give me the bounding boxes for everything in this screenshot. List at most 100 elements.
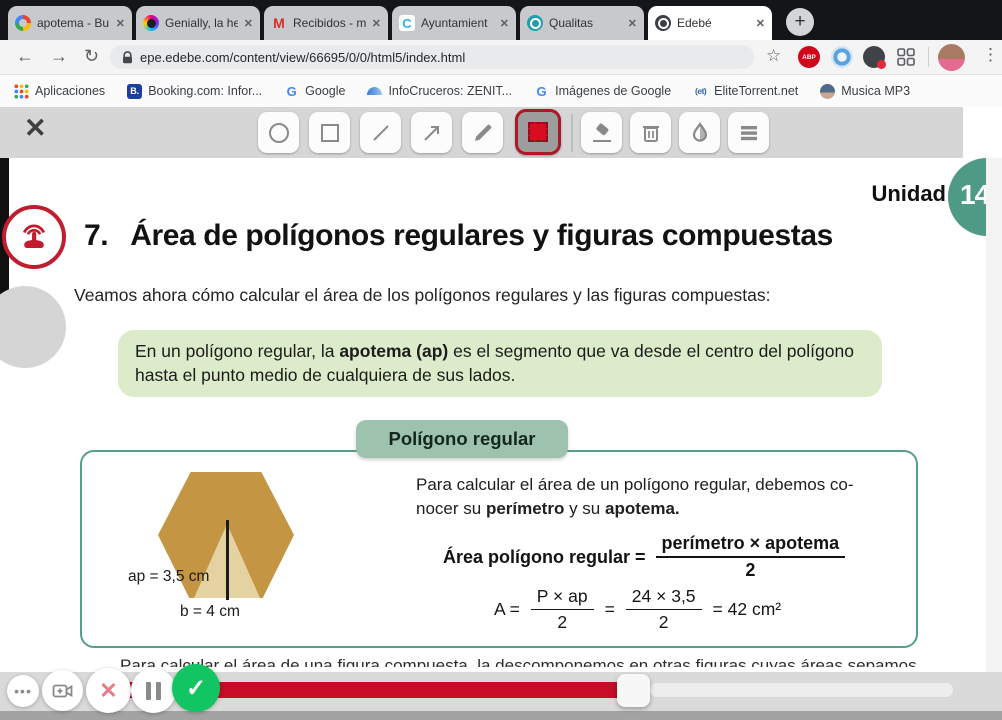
lock-icon <box>123 50 132 63</box>
fraction-numerator: P × ap <box>530 586 594 610</box>
formula-fraction: P × ap 2 <box>530 586 594 633</box>
unit-label: Unidad <box>871 181 946 206</box>
google-g-icon: G <box>536 83 547 99</box>
pause-icon <box>156 681 161 700</box>
line-tool-button[interactable] <box>360 112 401 153</box>
arrow-tool-button[interactable] <box>411 112 452 153</box>
tab-genially[interactable]: Genially, la he ✕ <box>136 6 260 40</box>
pause-icon <box>146 681 151 700</box>
eraser-tool-button[interactable] <box>581 112 622 153</box>
bookmarks-bar: Aplicaciones B. Booking.com: Infor... G … <box>0 75 1002 107</box>
tab-close-icon[interactable]: ✕ <box>628 17 637 30</box>
gmail-favicon-icon: M <box>273 15 285 31</box>
tab-bar: apotema - Bu ✕ Genially, la he ✕ M Recib… <box>0 0 1002 40</box>
tab-close-icon[interactable]: ✕ <box>244 17 253 30</box>
fraction-numerator: 24 × 3,5 <box>625 586 702 610</box>
definition-box: En un polígono regular, la apotema (ap) … <box>118 330 882 397</box>
google-favicon-icon <box>15 15 31 31</box>
bookmark-star-icon[interactable]: ☆ <box>766 46 781 66</box>
formula-lhs: A = <box>494 599 520 619</box>
tab-qualitas[interactable]: Qualitas ✕ <box>520 6 644 40</box>
eraser-icon <box>592 123 611 142</box>
extension-notification-icon[interactable] <box>863 46 886 69</box>
base-label: b = 4 cm <box>180 603 240 620</box>
apothem-line <box>226 520 229 600</box>
pen-size-track[interactable] <box>650 683 953 697</box>
back-icon[interactable]: ← <box>16 46 34 67</box>
bookmark-label: EliteTorrent.net <box>714 84 799 98</box>
tab-title: apotema - Bu <box>37 16 110 30</box>
toolbar-divider <box>928 47 929 67</box>
tab-ayuntamiento[interactable]: C Ayuntamient ✕ <box>392 6 516 40</box>
annotation-close-icon[interactable]: ✕ <box>24 115 47 142</box>
color-tool-button-selected[interactable] <box>515 109 561 155</box>
equals-sign: = <box>604 599 615 619</box>
bookmark-label: InfoCruceros: ZENIT... <box>388 84 513 98</box>
unit-number: 14 <box>960 179 990 210</box>
arrow-icon <box>423 125 439 141</box>
page-title: 7. Área de polígonos regulares y figuras … <box>84 219 944 253</box>
bookmark-google[interactable]: G Google <box>284 83 346 99</box>
section-title: Área de polígonos regulares y figuras co… <box>130 219 833 252</box>
bookmark-label: Imágenes de Google <box>555 84 672 98</box>
genially-favicon-icon <box>143 15 159 31</box>
bookmark-apps[interactable]: Aplicaciones <box>14 83 106 99</box>
numeric-area-formula: A = P × ap 2 = 24 × 3,5 2 = 42 cm² <box>494 586 781 633</box>
right-margin-column <box>986 158 1002 672</box>
tab-title: Qualitas <box>549 16 594 30</box>
url-field[interactable]: epe.edebe.com/content/view/66695/0/0/htm… <box>110 45 754 69</box>
tab-close-icon[interactable]: ✕ <box>372 17 381 30</box>
card-text: nocer su <box>416 499 486 518</box>
booking-icon: B. <box>127 83 143 99</box>
bookmark-infocruceros[interactable]: InfoCruceros: ZENIT... <box>367 84 512 98</box>
reload-icon[interactable]: ↻ <box>84 46 99 67</box>
adblock-extension-icon[interactable]: ABP <box>798 46 820 68</box>
tab-edebe-active[interactable]: Edebé ✕ <box>648 6 772 40</box>
pencil-tool-button[interactable] <box>462 112 503 153</box>
edebe-favicon-icon <box>655 15 671 31</box>
pause-recording-button[interactable] <box>131 668 176 713</box>
tab-close-icon[interactable]: ✕ <box>756 17 765 30</box>
workspaces-grid-icon[interactable] <box>897 48 915 66</box>
menu-button[interactable] <box>728 112 769 153</box>
fraction-denominator: 2 <box>745 560 756 580</box>
formula-lhs: Área polígono regular = <box>443 546 646 567</box>
droplet-icon <box>692 121 707 142</box>
tab-title: Recibidos - m <box>293 16 366 30</box>
tab-gmail[interactable]: M Recibidos - m ✕ <box>264 6 388 40</box>
card-text: y su <box>564 499 605 518</box>
bookmark-label: Aplicaciones <box>35 84 106 98</box>
clear-all-button[interactable] <box>630 112 671 153</box>
tab-title: Edebé <box>677 16 712 30</box>
record-camera-button[interactable] <box>42 670 83 711</box>
tab-close-icon[interactable]: ✕ <box>500 17 509 30</box>
rectangle-tool-button[interactable] <box>309 112 350 153</box>
notification-dot <box>877 60 886 69</box>
interactive-press-button[interactable] <box>2 205 66 269</box>
google-g-icon: G <box>286 83 297 99</box>
pen-size-slider-handle[interactable] <box>617 674 650 707</box>
decorative-gray-circle <box>0 286 66 368</box>
fraction-denominator: 2 <box>658 612 669 632</box>
more-options-button[interactable]: ••• <box>7 675 39 707</box>
extension-icon[interactable] <box>831 46 853 68</box>
fill-opacity-button[interactable] <box>679 112 720 153</box>
tab-close-icon[interactable]: ✕ <box>116 17 125 30</box>
square-icon <box>320 123 339 142</box>
line-icon <box>372 124 389 141</box>
musica-avatar-icon <box>820 83 836 99</box>
bookmark-booking[interactable]: B. Booking.com: Infor... <box>127 83 262 99</box>
forward-icon[interactable]: → <box>50 46 68 67</box>
bookmark-imagenes-google[interactable]: G Imágenes de Google <box>534 83 672 99</box>
bookmark-elitetorrent[interactable]: (et) EliteTorrent.net <box>693 84 798 99</box>
cancel-recording-button[interactable]: ✕ <box>86 668 131 713</box>
tab-title: Ayuntamient <box>421 16 488 30</box>
confirm-button[interactable]: ✓ <box>172 664 220 712</box>
ellipse-tool-button[interactable] <box>258 112 299 153</box>
profile-avatar[interactable] <box>938 44 965 71</box>
tab-apotema[interactable]: apotema - Bu ✕ <box>8 6 132 40</box>
new-tab-button[interactable]: + <box>786 8 814 36</box>
bookmark-musica-mp3[interactable]: Musica MP3 <box>820 83 910 99</box>
chrome-menu-icon[interactable]: ⋮ <box>982 45 999 65</box>
fraction-numerator: perímetro × apotema <box>655 533 846 558</box>
